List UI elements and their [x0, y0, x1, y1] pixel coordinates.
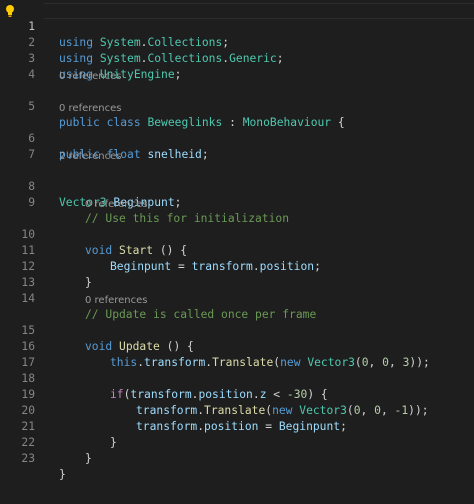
references-codelens[interactable]: 0 references	[85, 294, 148, 308]
token: ;	[174, 196, 182, 209]
code-line[interactable]: 7	[0, 131, 474, 161]
line-number: 14	[21, 292, 35, 305]
references-codelens[interactable]: 2 references	[59, 150, 122, 164]
line-number: 4	[28, 68, 35, 81]
token: ;	[174, 68, 182, 81]
token: }	[59, 468, 66, 481]
code-text: }	[85, 451, 92, 467]
code-editor[interactable]: 1 using System.Collections; 2 using Syst…	[0, 0, 474, 504]
code-line[interactable]: 1 using System.Collections;	[0, 3, 474, 49]
code-line[interactable]: 4	[0, 51, 474, 81]
token: ;	[201, 148, 209, 161]
code-line[interactable]: 3 using UnityEngine;	[0, 35, 474, 81]
token: }	[85, 452, 92, 465]
code-line[interactable]: 13	[0, 259, 474, 289]
code-line[interactable]: 18 if(transform.position.z < -30) {	[0, 355, 474, 401]
code-line[interactable]: 2 using System.Collections.Generic;	[0, 19, 474, 65]
token: snelheid	[147, 148, 202, 161]
line-number: 9	[28, 196, 35, 209]
code-line[interactable]: 6 public float snelheid;	[0, 115, 474, 161]
references-codelens[interactable]: 0 references	[85, 198, 148, 212]
line-number: 7	[28, 148, 35, 161]
code-line[interactable]: 8 Vector3 Beginpunt;	[0, 163, 474, 209]
code-line[interactable]: 17	[0, 339, 474, 369]
line-number: 23	[21, 452, 35, 465]
code-line[interactable]: 11 Beginpunt = transform.position;	[0, 227, 474, 273]
code-line[interactable]: 9 // Use this for initialization	[0, 179, 474, 225]
code-line[interactable]: 14 // Update is called once per frame	[0, 275, 474, 321]
code-line[interactable]: 16 this.transform.Translate(new Vector3(…	[0, 323, 474, 369]
code-line[interactable]: 19 transform.Translate(new Vector3(0, 0,…	[0, 371, 474, 417]
line-number: 5	[28, 100, 35, 113]
references-codelens[interactable]: 0 references	[59, 102, 122, 116]
code-line[interactable]: 12 }	[0, 243, 474, 289]
code-line[interactable]: 22 }	[0, 419, 474, 465]
code-line[interactable]: 5 public class Beweeglinks : MonoBehavio…	[0, 83, 474, 129]
code-line[interactable]: 20 transform.position = Beginpunt;	[0, 387, 474, 433]
references-codelens[interactable]: 0 references	[59, 70, 122, 84]
code-line[interactable]: 23 }	[0, 435, 474, 481]
code-line[interactable]: 10 void Start () {	[0, 211, 474, 257]
code-text: }	[59, 467, 66, 483]
code-line[interactable]: 15 void Update () {	[0, 307, 474, 353]
code-line[interactable]: 21 }	[0, 403, 474, 449]
